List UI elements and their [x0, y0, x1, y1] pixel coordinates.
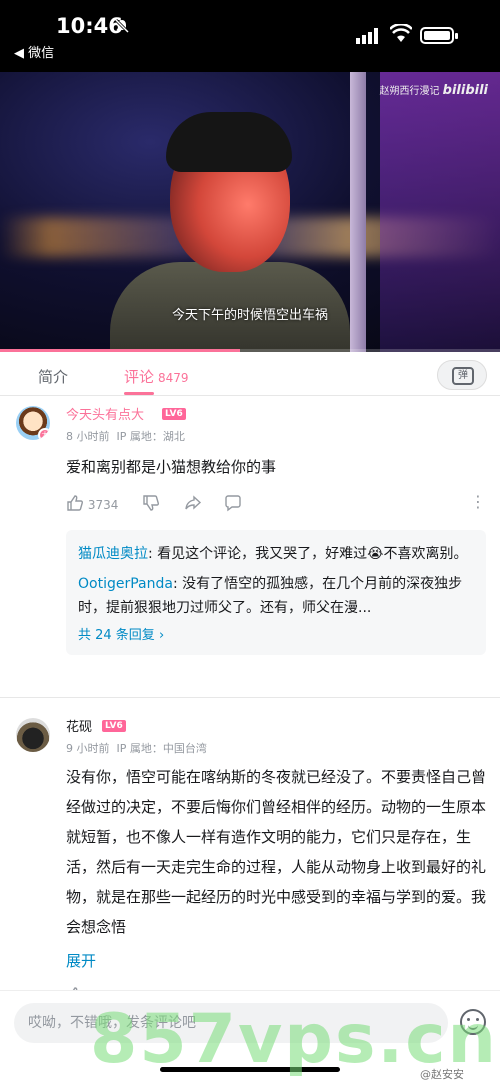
comment-username[interactable]: 花砚	[66, 716, 92, 735]
wifi-icon	[389, 22, 413, 48]
comment-time: 8 小时前	[66, 430, 110, 443]
comment-divider	[0, 697, 500, 698]
comment-bubble-icon	[225, 495, 241, 512]
share-icon	[185, 495, 202, 510]
comment-time: 9 小时前	[66, 742, 110, 755]
like-button[interactable]: 3734	[66, 494, 118, 512]
reply-username[interactable]: 猫瓜迪奥拉	[78, 546, 148, 562]
reply-username[interactable]: OotigerPanda	[78, 576, 173, 592]
tab-bar: 简介 评论 8479 弹	[0, 352, 500, 396]
thumb-up-icon	[67, 495, 83, 511]
avatar[interactable]	[16, 718, 50, 752]
bell-muted-icon	[114, 18, 130, 38]
level-badge: LV6	[162, 408, 186, 420]
comment-text: 爱和离别都是小猫想教给你的事	[66, 458, 277, 476]
thumb-down-icon	[143, 495, 159, 511]
danmaku-toggle-button[interactable]: 弹	[437, 360, 487, 390]
comment-meta: 9 小时前 IP 属地：中国台湾	[66, 740, 207, 756]
comments-count: 8479	[158, 371, 189, 385]
view-all-replies-link[interactable]: 共 24 条回复 ›	[78, 624, 474, 643]
tab-intro[interactable]: 简介	[38, 366, 68, 387]
comment-meta: 8 小时前 IP 属地：湖北	[66, 428, 185, 444]
status-bar: 10:46 ◀ 微信	[0, 0, 500, 72]
reply-item[interactable]: OotigerPanda: 没有了悟空的孤独感，在几个月前的深夜独步时，提前狠狠…	[78, 572, 474, 620]
danmaku-icon: 弹	[452, 367, 474, 385]
comment-text: 没有你，悟空可能在喀纳斯的冬夜就已经没了。不要责怪自己曾经做过的决定，不要后悔你…	[66, 768, 486, 936]
expand-comment-link[interactable]: 展开	[66, 950, 96, 971]
battery-icon	[420, 27, 458, 44]
reply-text: 看见这个评论，我又哭了，好难过😭不喜欢离别。	[157, 546, 468, 562]
tab-comments-label: 评论	[124, 368, 155, 386]
share-button[interactable]	[184, 494, 202, 512]
comment-username[interactable]: 今天头有点大	[66, 404, 144, 423]
avatar[interactable]: 大	[16, 406, 50, 440]
video-watermark: 赵朔西行漫记 bilibili	[379, 82, 488, 98]
uploader-watermark-text: 赵朔西行漫记	[379, 86, 440, 97]
dislike-button[interactable]	[142, 494, 160, 512]
status-time: 10:46	[56, 14, 123, 38]
more-options-icon[interactable]: ⋮	[470, 492, 486, 511]
video-subtitle: 今天下午的时候悟空出车祸	[171, 308, 328, 323]
author-watermark: @赵安安	[420, 1068, 464, 1081]
bilibili-logo: bilibili	[442, 83, 488, 98]
reply-item[interactable]: 猫瓜迪奥拉: 看见这个评论，我又哭了，好难过😭不喜欢离别。	[78, 542, 474, 566]
comment-ip: IP 属地：湖北	[116, 430, 185, 443]
verified-badge-icon: 大	[38, 428, 50, 440]
tab-active-indicator	[124, 392, 154, 395]
video-player[interactable]: 赵朔西行漫记 bilibili 今天下午的时候悟空出车祸	[0, 72, 500, 352]
comment-ip: IP 属地：中国台湾	[116, 742, 207, 755]
cellular-signal-icon	[356, 28, 380, 48]
reply-button[interactable]	[224, 494, 242, 512]
like-count: 3734	[87, 498, 119, 512]
comment-actions: 3734	[66, 494, 486, 514]
back-to-wechat-link[interactable]: ◀ 微信	[14, 42, 54, 61]
level-badge: LV6	[102, 720, 126, 732]
reply-preview-box[interactable]: 猫瓜迪奥拉: 看见这个评论，我又哭了，好难过😭不喜欢离别。 OotigerPan…	[66, 530, 486, 655]
tab-comments[interactable]: 评论 8479	[124, 366, 189, 387]
